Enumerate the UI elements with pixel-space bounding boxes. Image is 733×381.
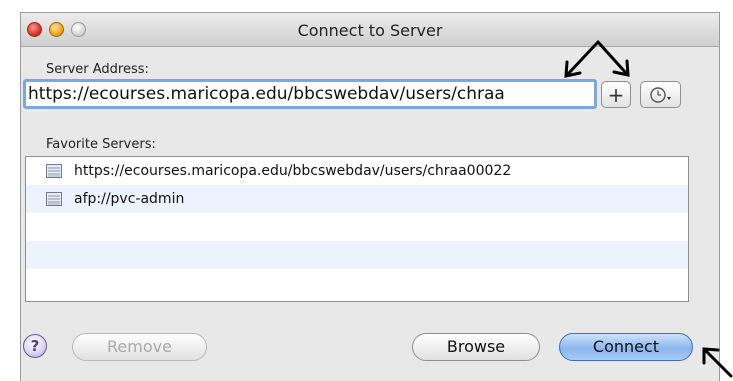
- empty-row: [26, 241, 688, 269]
- server-icon: [46, 192, 62, 206]
- favorite-servers-list[interactable]: https://ecourses.maricopa.edu/bbcswebdav…: [25, 156, 689, 302]
- remove-button[interactable]: Remove: [72, 333, 207, 361]
- browse-button[interactable]: Browse: [412, 333, 540, 361]
- connect-button[interactable]: Connect: [559, 333, 693, 361]
- title-bar: Connect to Server: [21, 13, 719, 47]
- favorite-servers-label: Favorite Servers:: [46, 137, 156, 152]
- clock-dropdown-icon: [649, 86, 671, 103]
- list-item[interactable]: https://ecourses.maricopa.edu/bbcswebdav…: [26, 157, 688, 185]
- server-address-label: Server Address:: [46, 62, 149, 77]
- recent-servers-button[interactable]: [640, 81, 681, 108]
- empty-row: [26, 213, 688, 241]
- plus-icon: +: [607, 82, 625, 107]
- list-item-label: afp://pvc-admin: [74, 191, 185, 207]
- empty-row: [26, 269, 688, 297]
- window-title: Connect to Server: [297, 21, 443, 40]
- server-icon: [46, 164, 62, 178]
- server-address-input[interactable]: https://ecourses.maricopa.edu/bbcswebdav…: [23, 79, 597, 109]
- add-favorite-button[interactable]: +: [601, 81, 631, 108]
- list-item[interactable]: afp://pvc-admin: [26, 185, 688, 213]
- help-button[interactable]: ?: [23, 334, 47, 358]
- list-item-label: https://ecourses.maricopa.edu/bbcswebdav…: [74, 163, 512, 179]
